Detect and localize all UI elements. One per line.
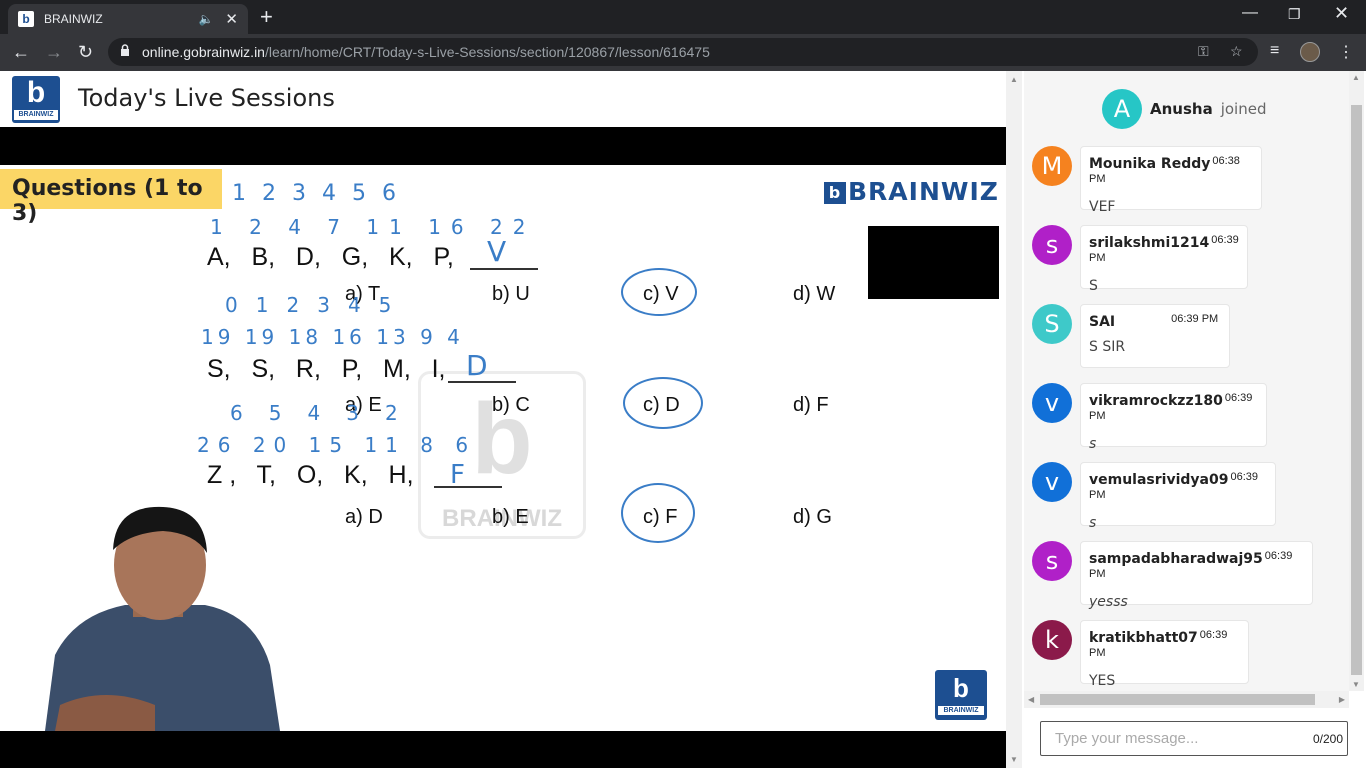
char-counter: 0/200 (1312, 732, 1343, 746)
q3-option-b: b) E (492, 506, 529, 528)
media-icon[interactable]: ≡ (1270, 42, 1279, 60)
q3-top-numbers: 65432 (230, 401, 424, 425)
q2-option-d: d) F (793, 394, 829, 416)
star-icon[interactable]: ☆ (1230, 43, 1243, 60)
message-bubble: srilakshmi1214 06:39 PM S (1080, 225, 1248, 294)
new-tab-icon[interactable]: + (260, 6, 273, 28)
message-bubble: kratikbhatt07 06:39 PM YES (1080, 620, 1249, 689)
message-input-box[interactable]: 0/200 (1040, 721, 1348, 756)
brand-logo: b BRAINWIZ (824, 177, 999, 206)
browser-tab[interactable]: b BRAINWIZ 🔈 ✕ (8, 4, 248, 34)
avatar: S (1032, 304, 1072, 344)
chat-message: S SAI 06:39 PM S SIR (1032, 304, 1230, 368)
close-tab-icon[interactable]: ✕ (225, 10, 238, 28)
message-bubble: vikramrockzz180 06:39 PM s (1080, 383, 1267, 452)
presenter-video (45, 506, 280, 731)
q2-sequence: S, S, R, P, M, I, (207, 355, 446, 383)
q3-answer: F (450, 460, 465, 490)
message-bubble: Mounika Reddy 06:38 PM VEF (1080, 146, 1262, 215)
key-icon[interactable]: ⚿ (1198, 43, 1209, 60)
chat-message: k kratikbhatt07 06:39 PM YES (1032, 620, 1249, 689)
q1-answer-circle (621, 268, 697, 316)
q2-answer: D (466, 349, 488, 382)
chat-hscroll-thumb[interactable] (1040, 694, 1315, 705)
joined-name: Anusha (1150, 100, 1213, 118)
url-text: online.gobrainwiz.in/learn/home/CRT/Toda… (142, 44, 710, 60)
browser-titlebar: b BRAINWIZ 🔈 ✕ + — ❐ ✕ (0, 0, 1366, 34)
chat-message: v vikramrockzz180 06:39 PM s (1032, 383, 1267, 452)
chat-messages: A Anusha joined M Mounika Reddy 06:38 PM … (1024, 71, 1349, 691)
reload-icon[interactable]: ↻ (78, 42, 93, 63)
address-bar[interactable]: online.gobrainwiz.in/learn/home/CRT/Toda… (108, 38, 1258, 66)
q2-option-b: b) C (492, 394, 530, 416)
message-bubble: SAI 06:39 PM S SIR (1080, 304, 1230, 368)
corner-logo: b BRAINWIZ (935, 670, 987, 720)
avatar: M (1032, 146, 1072, 186)
scroll-down-icon[interactable]: ▼ (1010, 755, 1018, 764)
q1-blank (470, 268, 538, 270)
chat-scrollbar[interactable]: ▲ ▼ (1349, 71, 1364, 691)
avatar: s (1032, 541, 1072, 581)
page-title: Today's Live Sessions (78, 84, 335, 112)
avatar: A (1102, 89, 1142, 129)
chat-scroll-thumb[interactable] (1351, 105, 1362, 675)
message-bubble: sampadabharadwaj95 06:39 PM yesss (1080, 541, 1313, 610)
restore-icon[interactable]: ❐ (1288, 6, 1301, 23)
q3-blank (434, 486, 502, 488)
q1-option-b: b) U (492, 283, 530, 305)
q3-answer-circle (621, 483, 695, 543)
back-icon[interactable]: ← (12, 42, 30, 63)
q2-bottom-numbers: 19 19 18 16 13 9 4 (201, 325, 464, 349)
forward-icon: → (45, 42, 63, 62)
joined-text: joined (1220, 100, 1267, 118)
redacted-box (868, 226, 999, 299)
minimize-icon[interactable]: — (1242, 4, 1258, 22)
chat-panel: A Anusha joined M Mounika Reddy 06:38 PM … (1022, 71, 1366, 768)
avatar: s (1032, 225, 1072, 265)
tab-title: BRAINWIZ (44, 12, 103, 26)
chat-message: v vemulasrividya09 06:39 PM s (1032, 462, 1276, 531)
menu-icon[interactable]: ⋮ (1338, 42, 1354, 62)
chat-message: s sampadabharadwaj95 06:39 PM yesss (1032, 541, 1313, 610)
close-window-icon[interactable]: ✕ (1334, 3, 1349, 24)
q3-option-d: d) G (793, 506, 832, 528)
chat-message: s srilakshmi1214 06:39 PM S (1032, 225, 1248, 294)
avatar: v (1032, 383, 1072, 423)
speaker-icon[interactable]: 🔈 (198, 12, 213, 26)
message-bubble: vemulasrividya09 06:39 PM s (1080, 462, 1276, 531)
q2-top-numbers: 012345 (225, 293, 410, 317)
favicon-icon: b (18, 11, 34, 27)
scroll-right-icon[interactable]: ▶ (1339, 695, 1345, 704)
avatar: v (1032, 462, 1072, 502)
page-header: b BRAINWIZ Today's Live Sessions (0, 71, 1006, 127)
video-player[interactable]: Questions (1 to 3) b BRAINWIZ b BRAINWIZ 1… (0, 127, 1006, 768)
chat-hscrollbar[interactable]: ◀ ▶ (1024, 691, 1349, 708)
page-scrollbar[interactable]: ▲ ▼ (1006, 71, 1022, 768)
scroll-down-icon[interactable]: ▼ (1352, 680, 1360, 689)
browser-toolbar: ← → ↻ online.gobrainwiz.in/learn/home/CR… (0, 34, 1366, 71)
q3-sequence: Z , T, O, K, H, (207, 461, 414, 489)
q2-answer-circle (623, 377, 703, 429)
message-input[interactable] (1041, 722, 1301, 755)
scroll-up-icon[interactable]: ▲ (1352, 73, 1360, 82)
scroll-left-icon[interactable]: ◀ (1028, 695, 1034, 704)
q1-sequence: A, B, D, G, K, P, (207, 243, 454, 271)
q1-top-numbers: 123456 (232, 181, 412, 206)
profile-avatar[interactable] (1300, 42, 1320, 62)
chat-message: M Mounika Reddy 06:38 PM VEF (1032, 146, 1262, 215)
slide-frame: Questions (1 to 3) b BRAINWIZ b BRAINWIZ 1… (0, 165, 1006, 731)
page: b BRAINWIZ Today's Live Sessions Questio… (0, 71, 1366, 768)
scroll-up-icon[interactable]: ▲ (1010, 75, 1018, 84)
q1-answer: V (487, 235, 507, 268)
lock-icon (121, 44, 129, 56)
q3-bottom-numbers: 26 20 15 11 8 6 (197, 433, 477, 457)
joined-notice: A Anusha joined (1102, 89, 1266, 129)
brainwiz-logo[interactable]: b BRAINWIZ (12, 76, 60, 123)
questions-badge: Questions (1 to 3) (0, 169, 222, 226)
q1-option-d: d) W (793, 283, 836, 305)
q3-option-a: a) D (345, 506, 383, 528)
avatar: k (1032, 620, 1072, 660)
